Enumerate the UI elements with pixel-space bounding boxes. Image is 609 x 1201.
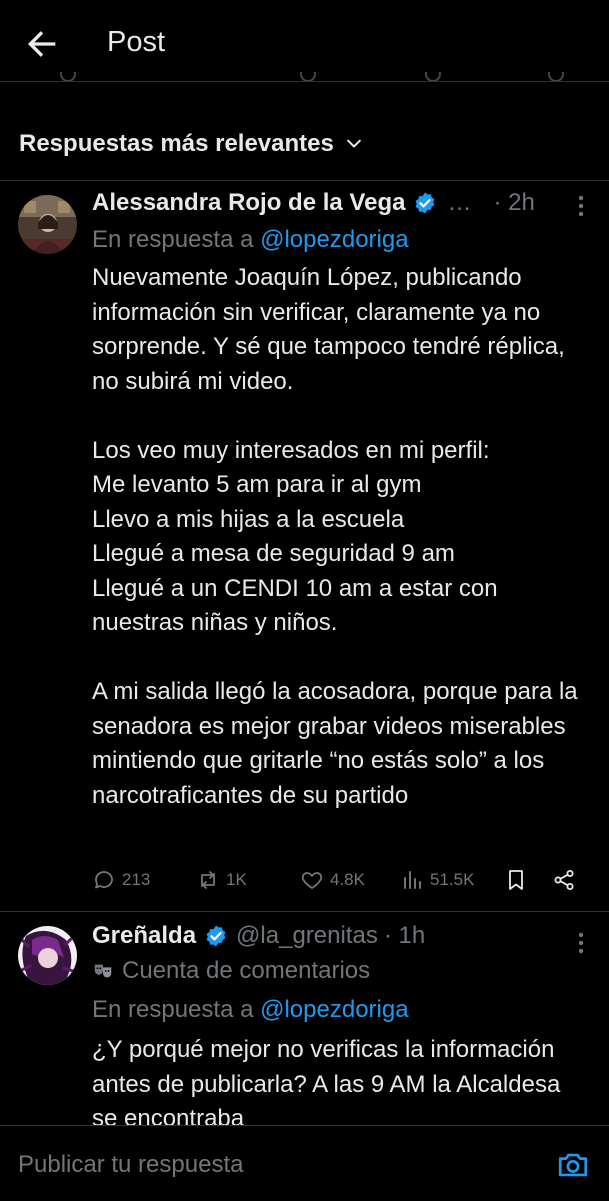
reply-context: En respuesta a @lopezdoriga: [92, 226, 409, 254]
heart-icon: [301, 872, 323, 889]
author-handle[interactable]: @la_grenitas: [236, 922, 378, 950]
truncated-handle: …: [447, 189, 472, 216]
reply-to-prefix: En respuesta a: [92, 996, 261, 1023]
like-count: 4.8K: [330, 870, 365, 889]
community-name: Cuenta de comentarios: [122, 957, 371, 984]
action-bar: 213 1K 4.8K 51.5K: [92, 868, 592, 898]
top-bar: Post: [0, 0, 609, 82]
reply-button[interactable]: 213: [92, 868, 150, 892]
verified-badge-icon: [416, 192, 435, 214]
timestamp[interactable]: · 1h: [384, 922, 425, 950]
author-name[interactable]: Alessandra Rojo de la Vega: [92, 189, 405, 217]
page-title: Post: [107, 26, 166, 58]
reply-to-prefix: En respuesta a: [92, 226, 261, 253]
bookmark-button[interactable]: [504, 868, 528, 892]
reply-composer: Publicar tu respuesta: [0, 1125, 609, 1201]
sort-label: Respuestas más relevantes: [19, 130, 334, 157]
mention-link[interactable]: @lopezdoriga: [260, 226, 408, 253]
header-divider: [0, 81, 609, 82]
reply-icon: [95, 871, 113, 889]
repost-button[interactable]: 1K: [196, 868, 247, 892]
view-count: 51.5K: [430, 870, 475, 889]
avatar[interactable]: [18, 195, 77, 254]
more-vertical-icon: [578, 195, 584, 217]
timestamp[interactable]: · 2h: [493, 189, 534, 217]
avatar[interactable]: [18, 926, 77, 985]
share-icon: [554, 870, 574, 890]
repost-count: 1K: [226, 870, 247, 889]
like-button[interactable]: 4.8K: [300, 868, 365, 892]
post-text: ¿Y porqué mejor no verificas la informac…: [92, 1036, 561, 1125]
masks-icon: [94, 964, 112, 978]
repost-icon: [201, 871, 215, 889]
views-button[interactable]: 51.5K: [400, 868, 474, 892]
reply-context: En respuesta a @lopezdoriga: [92, 996, 409, 1024]
back-button[interactable]: [22, 24, 62, 64]
reply-count: 213: [122, 870, 151, 889]
reply-input[interactable]: Publicar tu respuesta: [18, 1151, 243, 1179]
more-options-button[interactable]: [577, 932, 585, 954]
more-options-button[interactable]: [577, 195, 585, 217]
community-label: Cuenta de comentarios: [92, 957, 370, 985]
post-text: Nuevamente Joaquín López, publicando inf…: [92, 264, 578, 809]
share-button[interactable]: [552, 868, 576, 892]
camera-button[interactable]: [556, 1148, 590, 1182]
chevron-down-icon: [347, 139, 361, 148]
more-vertical-icon: [578, 932, 584, 954]
views-icon: [404, 871, 421, 889]
bookmark-icon: [509, 870, 523, 890]
arrow-left-icon: [27, 31, 56, 57]
verified-badge-icon: [206, 925, 226, 947]
camera-icon: [558, 1153, 588, 1177]
reply-sort-selector[interactable]: Respuestas más relevantes: [19, 128, 364, 160]
reply-post[interactable]: Alessandra Rojo de la Vega … · 2h En res…: [0, 181, 609, 911]
mention-link[interactable]: @lopezdoriga: [260, 996, 408, 1023]
author-name[interactable]: Greñalda: [92, 922, 196, 950]
